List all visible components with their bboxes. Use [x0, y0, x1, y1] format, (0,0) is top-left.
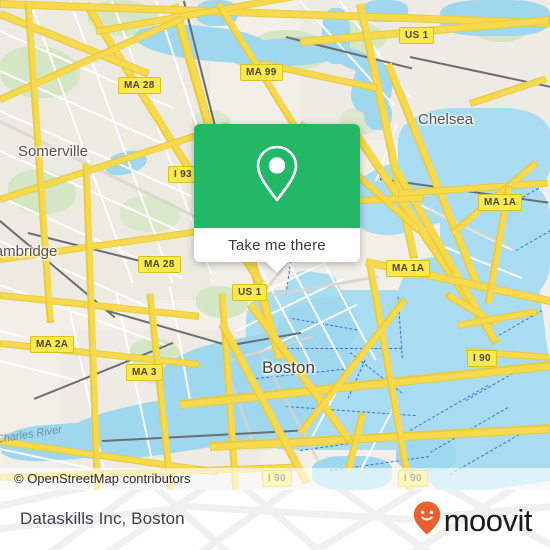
route-shield: MA 99 — [240, 64, 283, 81]
map-screenshot: Charles River Somerville Cambridge Chels… — [0, 0, 550, 550]
place-title: Dataskills Inc, Boston — [20, 509, 185, 528]
location-pin-icon — [249, 142, 305, 211]
route-shield: MA 28 — [118, 77, 161, 94]
route-shield: US 1 — [399, 27, 435, 44]
take-me-there-label: Take me there — [228, 236, 326, 254]
card-header — [194, 124, 360, 228]
moovit-wordmark: moovit — [443, 502, 533, 538]
osm-attribution: © OpenStreetMap contributors — [0, 468, 550, 490]
route-shield: MA 2A — [30, 336, 75, 353]
route-shield: MA 3 — [126, 364, 163, 381]
take-me-there-button[interactable]: Take me there — [194, 228, 360, 273]
route-shield: I 90 — [467, 350, 497, 367]
footer-bar: Dataskills Inc, Boston moovit — [0, 490, 550, 550]
route-shield: MA 28 — [138, 256, 181, 273]
moovit-smiley-pin-icon — [412, 500, 442, 541]
route-shield: MA 1A — [386, 260, 431, 277]
location-callout-card[interactable]: Take me there — [194, 124, 360, 273]
moovit-logo[interactable]: moovit — [412, 500, 533, 541]
card-pointer-tip — [266, 262, 288, 273]
route-shield: US 1 — [232, 284, 268, 301]
route-shield: MA 1A — [478, 194, 523, 211]
